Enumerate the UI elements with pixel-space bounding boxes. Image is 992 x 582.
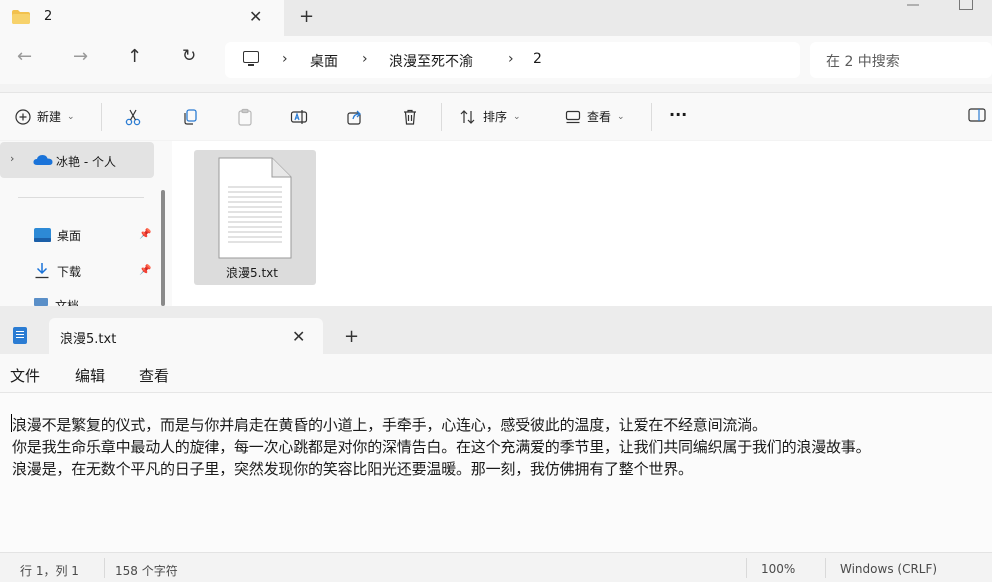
chevron-right-icon: › (362, 51, 368, 67)
menu-view[interactable]: 查看 (139, 365, 169, 386)
text-file-icon (218, 157, 292, 259)
desktop-icon (34, 228, 51, 242)
new-button-label: 新建 (37, 110, 62, 124)
rename-button[interactable] (290, 108, 308, 126)
more-options-button[interactable]: ··· (669, 105, 687, 124)
trash-icon (404, 109, 416, 125)
more-icon: ··· (669, 105, 688, 124)
sidebar-item-downloads[interactable]: 下载 (57, 263, 81, 280)
close-tab-icon[interactable]: ✕ (292, 329, 305, 345)
sort-button-label: 排序 (483, 110, 508, 124)
cut-icon (125, 109, 141, 126)
breadcrumb-desktop[interactable]: 桌面 (310, 51, 338, 71)
chevron-right-icon: › (282, 51, 288, 67)
sort-button[interactable]: 排序 ⌄ (459, 108, 521, 125)
toolbar-divider (101, 103, 102, 131)
status-divider (104, 558, 105, 578)
sidebar-divider (18, 197, 144, 198)
sidebar-scrollbar[interactable] (161, 190, 165, 306)
share-button[interactable] (346, 108, 364, 126)
editor-line-2: 你是我生命乐章中最动人的旋律，每一次心跳都是对你的深情告白。在这个充满爱的季节里… (12, 438, 871, 456)
sidebar-item-documents-label: 文档 (55, 299, 80, 306)
details-pane-icon (968, 108, 986, 122)
chevron-down-icon: ⌄ (513, 111, 521, 122)
delete-button[interactable] (401, 108, 419, 126)
documents-icon (34, 298, 48, 306)
computer-icon (243, 51, 259, 66)
sidebar-item-desktop[interactable]: 桌面 (57, 227, 81, 244)
copy-button[interactable] (181, 108, 199, 126)
refresh-icon[interactable]: ↻ (182, 48, 196, 65)
chevron-down-icon: ⌄ (617, 111, 625, 122)
view-button[interactable]: 查看 ⌄ (565, 108, 625, 125)
sidebar-item-documents[interactable]: 文档 (55, 299, 79, 306)
file-name: 浪漫5.txt (226, 266, 278, 280)
search-input[interactable]: 在 2 中搜索 (826, 51, 900, 71)
breadcrumb-folder[interactable]: 浪漫至死不渝 (389, 51, 473, 71)
view-button-label: 查看 (587, 110, 612, 124)
cut-button[interactable] (124, 108, 142, 126)
editor-line-3: 浪漫是，在无数个平凡的日子里，突然发现你的笑容比阳光还要温暖。那一刻，我仿佛拥有… (12, 460, 693, 478)
folder-icon (12, 10, 30, 24)
rename-icon (290, 110, 308, 124)
paste-icon (238, 108, 252, 126)
toolbar-divider (441, 103, 442, 131)
minimize-icon[interactable] (906, 0, 920, 14)
notepad-tab-title: 浪漫5.txt (60, 332, 117, 347)
line-ending[interactable]: Windows (CRLF) (840, 562, 937, 576)
plus-circle-icon (15, 108, 31, 125)
view-icon (565, 110, 581, 123)
status-divider (746, 558, 747, 578)
cloud-icon (33, 155, 53, 165)
pin-icon[interactable]: 📌 (139, 229, 151, 240)
editor-line-1: 浪漫不是繁复的仪式，而是与你并肩走在黄昏的小道上，手牵手，心连心，感受彼此的温度… (12, 416, 767, 434)
new-tab-icon[interactable]: + (344, 328, 359, 346)
character-count: 158 个字符 (115, 564, 178, 578)
chevron-right-icon: › (508, 51, 514, 67)
menu-file[interactable]: 文件 (10, 365, 40, 386)
new-button[interactable]: 新建 ⌄ (15, 108, 75, 125)
menu-edit[interactable]: 编辑 (75, 365, 105, 386)
chevron-right-icon[interactable]: › (10, 152, 14, 165)
pin-icon[interactable]: 📌 (139, 265, 151, 276)
sidebar-item-onedrive-label: 冰艳 - 个人 (56, 155, 116, 169)
details-pane-button[interactable] (968, 108, 986, 122)
explorer-tab[interactable]: 2 (0, 0, 284, 36)
copy-icon (184, 109, 197, 125)
zoom-level[interactable]: 100% (761, 562, 795, 576)
up-icon[interactable]: ↑ (127, 48, 142, 66)
new-tab-icon[interactable]: + (299, 8, 314, 26)
paste-button[interactable] (236, 108, 254, 126)
download-icon (35, 263, 49, 279)
toolbar-divider (651, 103, 652, 131)
sort-icon (460, 109, 475, 124)
maximize-icon[interactable] (959, 0, 973, 10)
cursor-position: 行 1，列 1 (20, 564, 79, 578)
close-tab-icon[interactable]: ✕ (249, 9, 262, 25)
share-icon (347, 110, 361, 125)
explorer-tab-title: 2 (44, 9, 53, 24)
back-icon[interactable]: ← (17, 48, 32, 66)
chevron-down-icon: ⌄ (67, 111, 75, 122)
forward-icon[interactable]: → (73, 48, 88, 66)
status-divider (825, 558, 826, 578)
breadcrumb-current[interactable]: 2 (533, 51, 542, 67)
notepad-app-icon (13, 327, 27, 344)
